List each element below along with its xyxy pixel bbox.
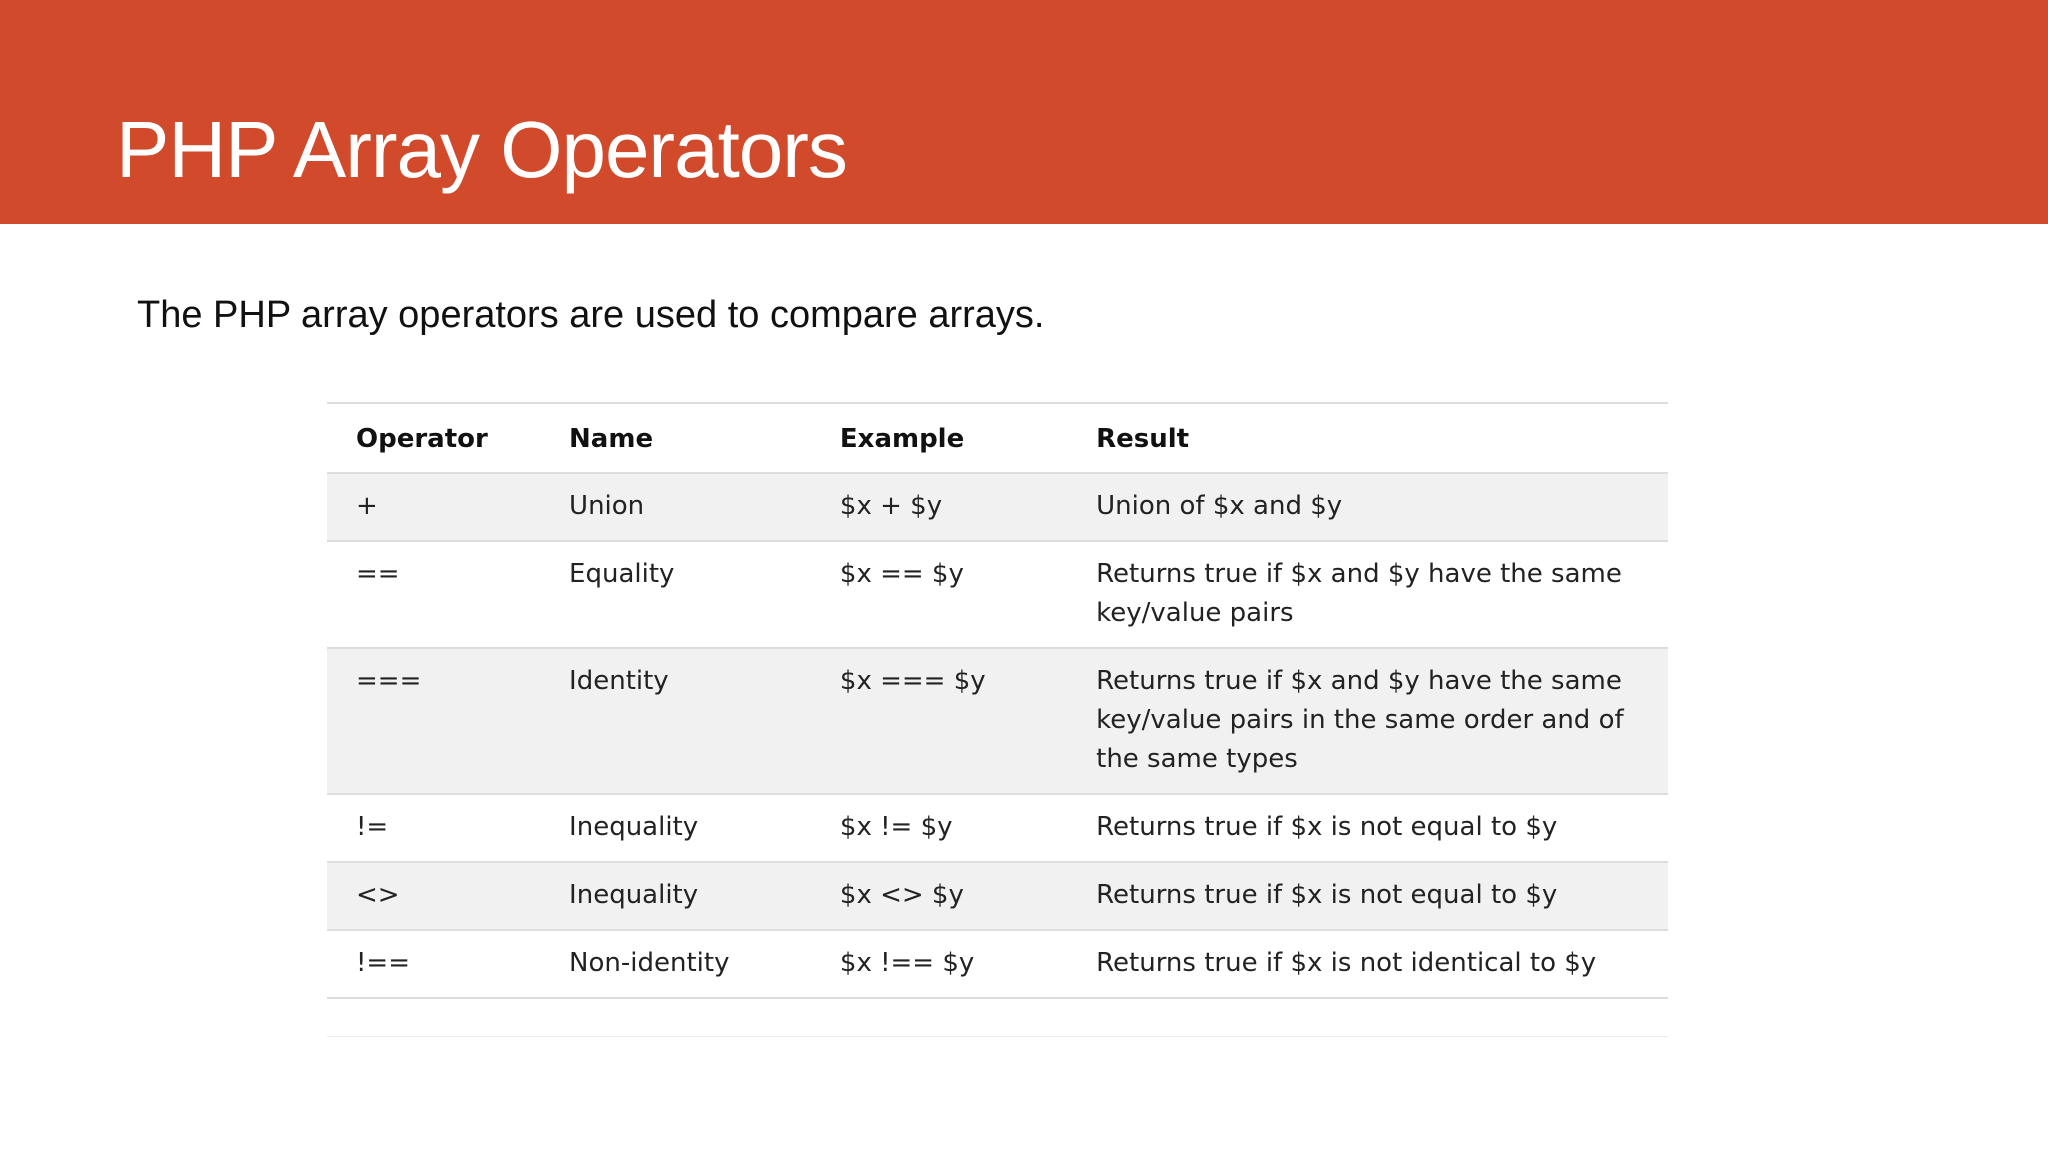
cell-result: Returns true if $x and $y have the same …: [1096, 541, 1668, 649]
cell-result: Returns true if $x is not equal to $y: [1096, 794, 1668, 863]
header-example: Example: [839, 402, 1097, 474]
cell-result: Returns true if $x is not equal to $y: [1096, 862, 1668, 931]
cell-result: Returns true if $x is not identical to $…: [1096, 930, 1668, 999]
cell-result: Union of $x and $y: [1096, 473, 1668, 542]
table-row: + Union $x + $y Union of $x and $y: [327, 473, 1668, 542]
operators-table: Operator Name Example Result + Union $x …: [327, 402, 1668, 999]
cell-name: Union: [569, 473, 840, 542]
cell-name: Non-identity: [569, 930, 840, 999]
slide-title: PHP Array Operators: [116, 105, 848, 194]
cell-operator: !==: [327, 930, 570, 999]
cell-operator: +: [327, 473, 570, 542]
cell-name: Inequality: [569, 862, 840, 931]
cell-example: $x == $y: [839, 541, 1097, 649]
cell-operator: ==: [327, 541, 570, 649]
cell-example: $x !== $y: [839, 930, 1097, 999]
header-result: Result: [1096, 402, 1668, 474]
title-banner: PHP Array Operators: [0, 0, 2048, 224]
table-row: != Inequality $x != $y Returns true if $…: [327, 794, 1668, 863]
header-name: Name: [569, 402, 840, 474]
table-row: == Equality $x == $y Returns true if $x …: [327, 541, 1668, 649]
table-header-row: Operator Name Example Result: [327, 402, 1668, 474]
cell-operator: <>: [327, 862, 570, 931]
cell-example: $x != $y: [839, 794, 1097, 863]
cell-example: $x === $y: [839, 648, 1097, 795]
cell-operator: !=: [327, 794, 570, 863]
cell-name: Equality: [569, 541, 840, 649]
cell-operator: ===: [327, 648, 570, 795]
cell-example: $x + $y: [839, 473, 1097, 542]
cell-example: $x <> $y: [839, 862, 1097, 931]
table-row: !== Non-identity $x !== $y Returns true …: [327, 930, 1668, 999]
cell-name: Identity: [569, 648, 840, 795]
table-end-divider: [327, 1036, 1668, 1037]
table-row: === Identity $x === $y Returns true if $…: [327, 648, 1668, 795]
cell-result: Returns true if $x and $y have the same …: [1096, 648, 1668, 795]
table-row: <> Inequality $x <> $y Returns true if $…: [327, 862, 1668, 931]
cell-name: Inequality: [569, 794, 840, 863]
header-operator: Operator: [327, 402, 570, 474]
intro-text: The PHP array operators are used to comp…: [137, 294, 1045, 336]
